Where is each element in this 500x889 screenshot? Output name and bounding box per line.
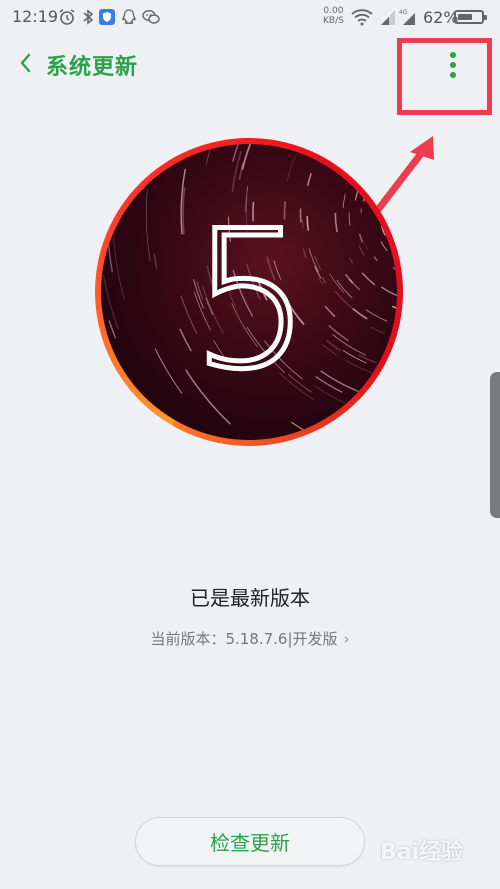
edge-panel-handle[interactable] [490,372,500,518]
page-title: 系统更新 [46,55,139,80]
chevron-right-icon: › [343,630,350,648]
back-button[interactable] [14,48,42,78]
svg-text:4G: 4G [399,9,408,16]
status-time: 12:19 [12,7,59,26]
bluetooth-icon [83,9,94,25]
network-speed-value: 0.00 [323,6,344,16]
wifi-icon [351,9,373,26]
watermark-logo: Bai经验 [380,840,464,865]
chevron-left-icon [20,53,31,73]
signal-4g-icon: 4G [399,9,415,25]
version-major-number: 5 [188,188,314,414]
alarm-icon [59,9,75,25]
qq-icon [122,9,136,25]
network-speed: 0.00 KB/S [323,6,344,26]
wechat-icon [142,9,160,24]
check-update-button[interactable]: 检查更新 [135,817,365,866]
network-speed-unit: KB/S [323,16,344,26]
svg-text:5: 5 [191,190,312,411]
current-version-text: 当前版本：5.18.7.6|开发版 [150,630,338,648]
battery-icon [454,10,487,24]
annotation-highlight-box [397,38,492,115]
signal-icon [381,10,395,25]
status-bar: 12:19 0.00 KB/S 4G 62% [0,0,500,36]
shield-app-icon [99,9,115,25]
version-badge: 5 [95,138,403,446]
current-version-link[interactable]: 当前版本：5.18.7.6|开发版 › [0,628,500,649]
update-status-message: 已是最新版本 [190,586,310,610]
